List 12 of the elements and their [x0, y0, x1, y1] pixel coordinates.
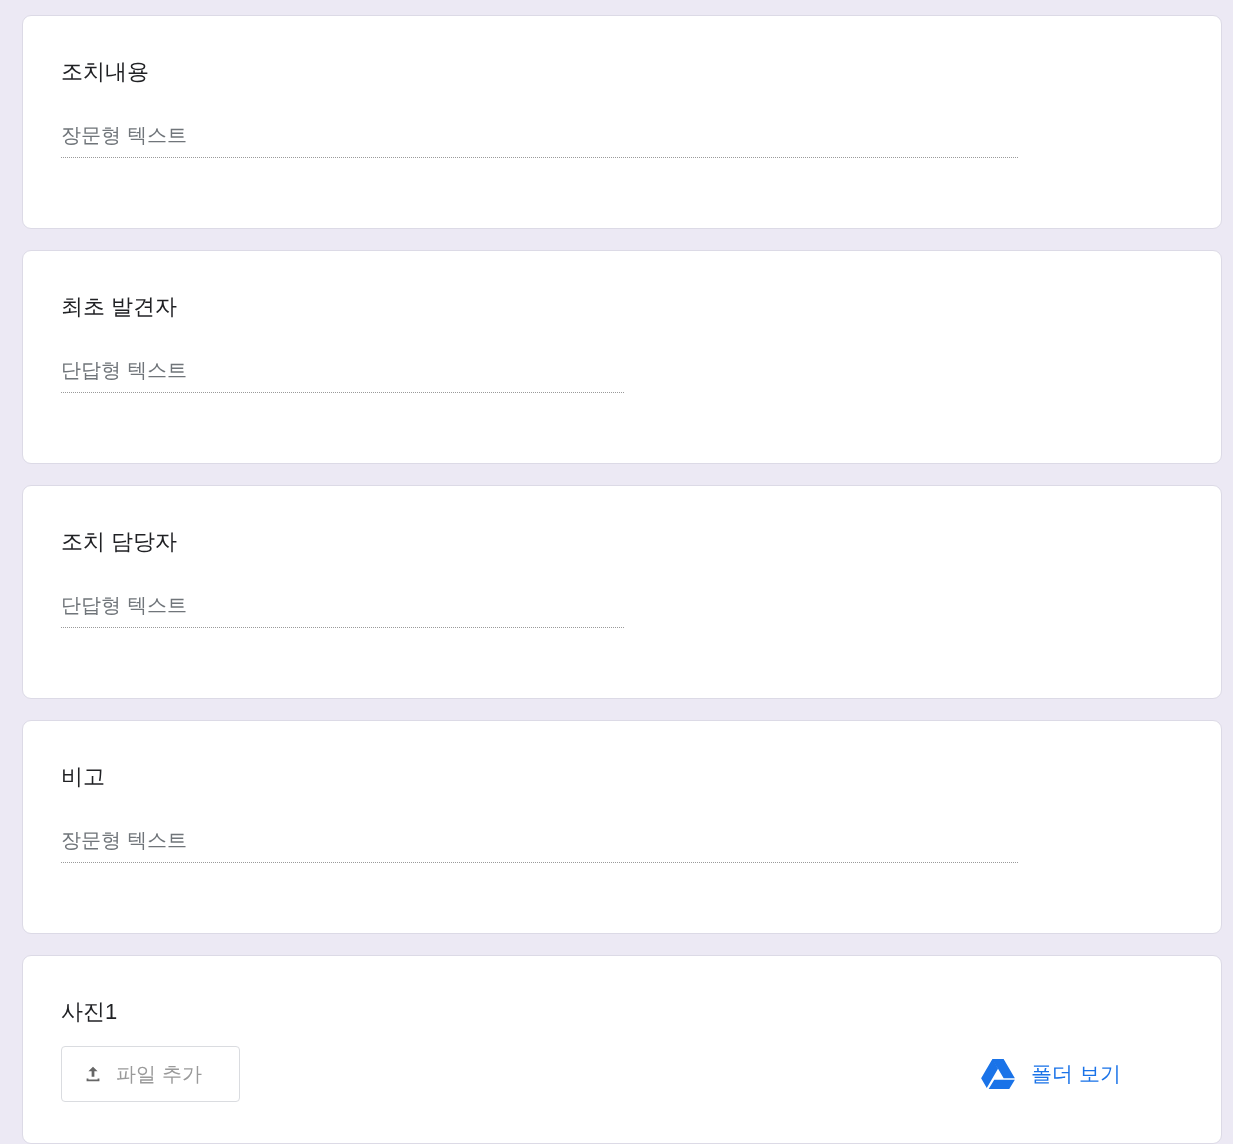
- input-field[interactable]: 단답형 텍스트: [61, 594, 624, 628]
- view-folder-link[interactable]: 폴더 보기: [981, 1059, 1121, 1089]
- input-field[interactable]: 장문형 텍스트: [61, 124, 1018, 158]
- question-title: 조치 담당자: [61, 528, 179, 556]
- input-field[interactable]: 단답형 텍스트: [61, 359, 624, 393]
- question-title: 최초 발견자: [61, 293, 179, 321]
- question-title: 사진1: [61, 998, 119, 1026]
- input-field[interactable]: 장문형 텍스트: [61, 829, 1018, 863]
- add-file-button[interactable]: 파일 추가: [61, 1046, 240, 1102]
- question-title: 비고: [61, 763, 106, 791]
- question-title: 조치내용: [61, 58, 150, 86]
- triangle-logo-icon: [981, 1059, 1016, 1089]
